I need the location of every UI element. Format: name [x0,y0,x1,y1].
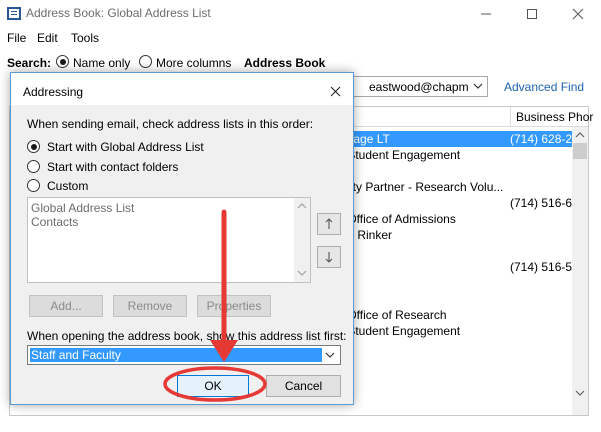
menu-edit[interactable]: Edit [37,31,58,45]
search-order-instruction: When sending email, check address lists … [27,117,314,131]
option-custom-label: Custom [47,179,89,193]
dialog-title: Addressing [23,85,84,99]
address-lists-listbox[interactable]: Global Address List Contacts [27,197,311,283]
maximize-button[interactable] [509,0,555,28]
row-name: - Office of Admissions [340,212,456,226]
open-list-combo[interactable]: Staff and Faculty [27,345,341,365]
close-icon [572,8,584,20]
open-list-value: Staff and Faculty [30,348,322,362]
open-list-instruction: When opening the address book, show this… [27,329,347,343]
close-button[interactable] [555,0,601,28]
minimize-button[interactable] [463,0,509,28]
scroll-up-icon[interactable] [575,131,585,139]
address-book-icon [7,7,21,20]
column-divider[interactable] [510,107,511,127]
option-contact-label: Start with contact folders [47,160,179,174]
search-row: Search: Name only More columns Address B… [0,51,601,73]
arrow-down-icon [325,252,333,263]
open-list-dropdown-button[interactable] [322,347,338,363]
window-titlebar: Address Book: Global Address List [0,0,601,28]
address-book-label: Address Book [244,56,326,70]
row-name: rsity Partner - Research Volu... [340,180,504,194]
option-global-radio[interactable] [27,140,40,153]
cancel-button[interactable]: Cancel [266,375,341,397]
more-columns-radio[interactable] [139,55,152,68]
row-name: - Office of Research [340,308,447,322]
menu-tools[interactable]: Tools [71,31,99,45]
row-name: - Student Engagement [340,148,461,162]
properties-button[interactable]: Properties [197,295,271,317]
menu-file[interactable]: File [7,31,26,45]
more-columns-label: More columns [156,56,232,70]
addressing-dialog: Addressing When sending email, check add… [10,72,354,405]
window-title: Address Book: Global Address List [26,6,211,20]
column-business-phone[interactable]: Business Phor [516,110,593,124]
search-label: Search: [7,56,52,70]
move-up-button[interactable] [317,213,341,235]
address-book-value: eastwood@chapman [369,80,469,94]
dialog-close-button[interactable] [325,81,345,101]
chevron-down-icon [325,352,335,358]
menu-bar: File Edit Tools [0,28,601,48]
advanced-find-link[interactable]: Advanced Find [504,80,584,94]
remove-button[interactable]: Remove [113,295,187,317]
dialog-titlebar: Addressing [11,73,353,105]
row-business-phone: (714) 516-57 [510,260,572,274]
move-down-button[interactable] [317,246,341,268]
option-global-label: Start with Global Address List [47,140,204,154]
add-button[interactable]: Add... [29,295,103,317]
row-business-phone: (714) 516-61 [510,196,572,210]
scroll-down-icon[interactable] [297,269,307,277]
scroll-down-icon[interactable] [575,389,585,397]
chevron-down-icon [473,83,483,89]
list-item[interactable]: Global Address List [31,201,134,215]
name-only-label: Name only [73,56,131,70]
scroll-up-icon[interactable] [297,202,307,210]
list-item[interactable]: Contacts [31,215,78,229]
close-icon [330,86,340,96]
address-book-combo[interactable]: eastwood@chapman [332,76,488,97]
name-only-radio[interactable] [56,55,69,68]
option-custom-radio[interactable] [27,179,40,192]
ok-button[interactable]: OK [177,375,249,397]
option-contact-radio[interactable] [27,160,40,173]
row-name: - Student Engagement [340,324,461,338]
scroll-thumb[interactable] [573,143,587,159]
row-business-phone: (714) 628-27 [510,132,572,146]
minimize-icon [481,13,491,15]
vertical-scrollbar[interactable] [572,127,588,415]
maximize-icon [527,9,537,19]
arrow-up-icon [325,218,333,229]
listbox-scrollbar[interactable] [294,198,310,282]
